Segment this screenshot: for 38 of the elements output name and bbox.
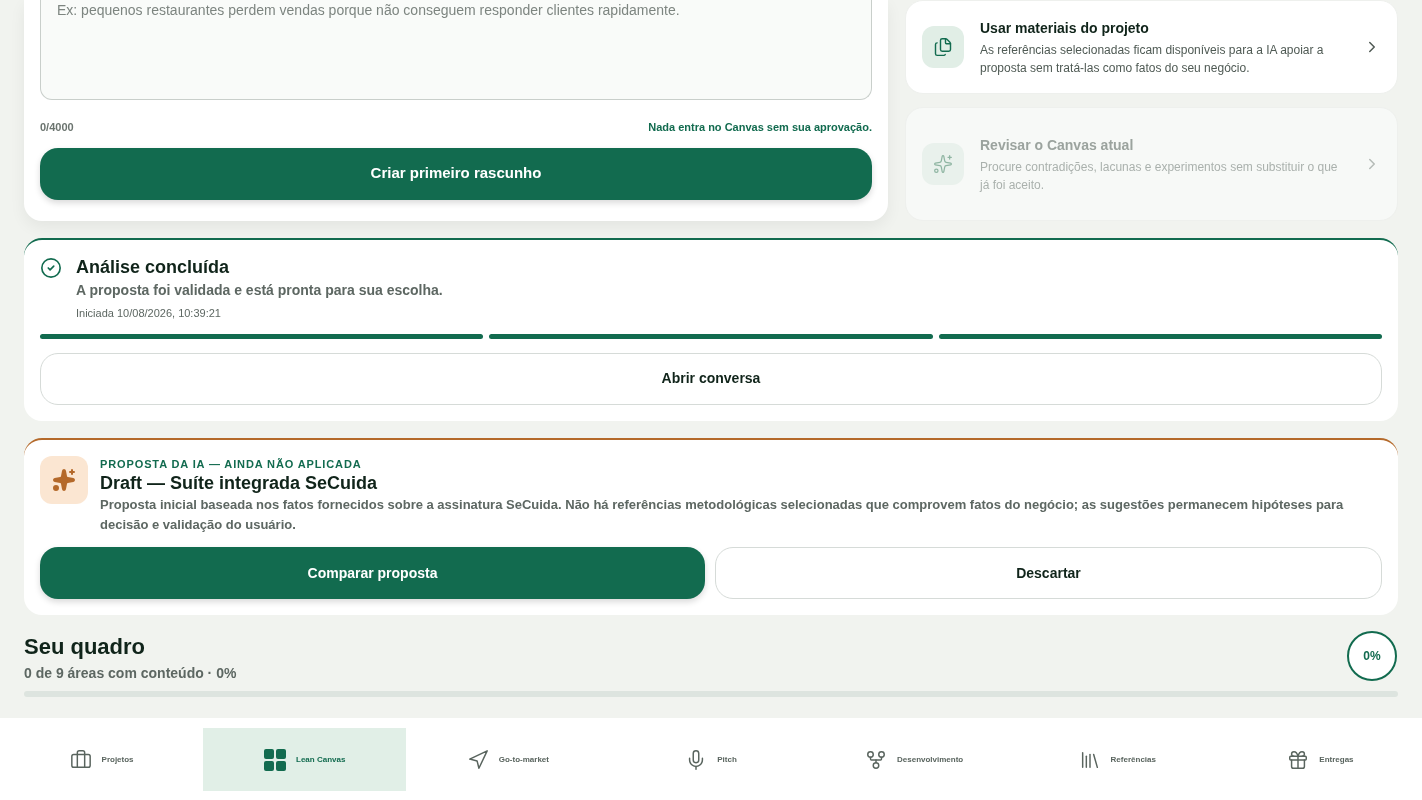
proposal-title: Draft — Suíte integrada SeCuida [100, 472, 379, 494]
nav-tab[interactable]: Pitch [609, 728, 813, 791]
nav-tab[interactable]: Projetos [0, 728, 204, 791]
proposal-description: Proposta inicial baseada nos fatos fornecidos sobre a assinatura SeCuida. Não há referências metodológicas selecionadas que comprovem fatos do negócio; as sugestões permanecem hipóteses para decisão e validação do usuário. [100, 496, 1345, 534]
nav-tab[interactable]: Desenvolvimento [812, 728, 1016, 791]
approval-note: Nada entra no Canvas sem sua aprovação. [648, 120, 872, 135]
board-title: Seu quadro [24, 633, 146, 661]
action-title: Usar materiais do projeto [980, 18, 1150, 38]
nav-tab[interactable]: Go-to-market [406, 728, 610, 791]
action-card[interactable]: Usar materiais do projeto As referências selecionadas ficam disponíveis para a IA apoiar a proposta sem tratá-las como fatos do seu negócio. [905, 0, 1398, 94]
grid-icon [264, 748, 287, 771]
analysis-title: Análise concluída [76, 256, 231, 278]
start-time: Iniciada 10/08/2026, 10:39:21 [76, 306, 222, 321]
gift-icon [1287, 748, 1310, 771]
briefcase-icon [69, 748, 92, 771]
action-description: As referências selecionadas ficam disponíveis para a IA apoiar a proposta sem tratá-las como fatos do seu negócio. [980, 41, 1325, 77]
idea-input-field[interactable]: Ex: pequenos restaurantes perdem vendas porque não conseguem responder clientes rapidamente. [40, 0, 872, 100]
create-draft-button[interactable]: Criar primeiro rascunho [40, 147, 872, 200]
action-title: Revisar o Canvas atual [980, 135, 1135, 155]
sparkles-icon [933, 154, 953, 174]
check-circle-icon [40, 257, 62, 279]
board-summary: 0 de 9 áreas com conteúdo · 0% [24, 664, 237, 683]
nav-tab[interactable]: Referências [1015, 728, 1219, 791]
discard-button[interactable]: Descartar [715, 547, 1382, 599]
nav-tab[interactable]: Lean Canvas [203, 728, 407, 791]
character-counter: 0/4000 [40, 120, 74, 135]
navigation-arrow-icon [466, 748, 489, 771]
sparkles-icon [52, 467, 76, 492]
nav-tab[interactable]: Entregas [1218, 728, 1422, 791]
progress-ring [1346, 630, 1398, 682]
compare-proposal-button[interactable]: Comparar proposta [40, 547, 705, 599]
proposal-eyebrow: PROPOSTA DA IA — AINDA NÃO APLICADA [100, 456, 363, 472]
analysis-subtitle: A proposta foi validada e está pronta para sua escolha. [76, 281, 443, 300]
documents-icon [933, 37, 953, 57]
branch-icon [865, 748, 887, 771]
action-description: Procure contradições, lacunas e experimentos sem substituir o que já foi aceito. [980, 158, 1339, 194]
open-chat-button[interactable]: Abrir conversa [40, 352, 1382, 405]
progress-percent: 0% [1363, 649, 1381, 663]
